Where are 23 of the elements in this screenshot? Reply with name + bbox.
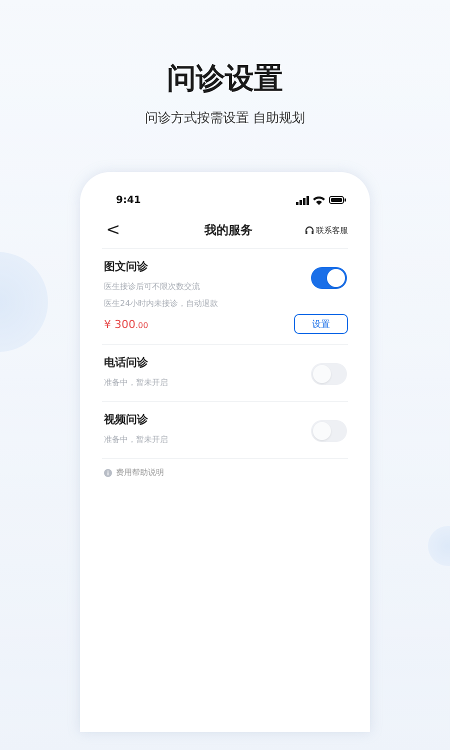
headset-icon [305,226,314,234]
battery-icon [329,196,346,204]
service-title: 视频问诊 [104,412,149,428]
service-title: 电话问诊 [104,355,149,371]
promo-subtitle: 问诊方式按需设置 自助规划 [144,110,306,128]
service-description: 准备中，暂未开启 [104,377,168,389]
service-title: 图文问诊 [104,259,149,275]
service-description: 医生接诊后可不限次数交流 [104,281,201,293]
service-description: 医生24小时内未接诊，自动退款 [104,298,218,310]
toggle-switch[interactable] [311,420,347,442]
service-description: 准备中，暂未开启 [104,434,168,446]
wifi-icon [313,196,325,204]
settings-button[interactable]: 设置 [294,314,348,334]
promo-title: 问诊设置 [167,60,283,97]
back-button[interactable]: < [102,220,124,240]
signal-icon [296,196,309,204]
info-icon [104,468,112,476]
status-time: 9:41 [116,194,141,206]
page-title: 我的服务 [204,222,253,238]
toggle-switch[interactable] [311,363,347,385]
price: ¥ 300.00 [104,317,150,333]
toggle-switch[interactable] [311,267,347,289]
support-link[interactable]: 联系客服 [305,224,348,236]
